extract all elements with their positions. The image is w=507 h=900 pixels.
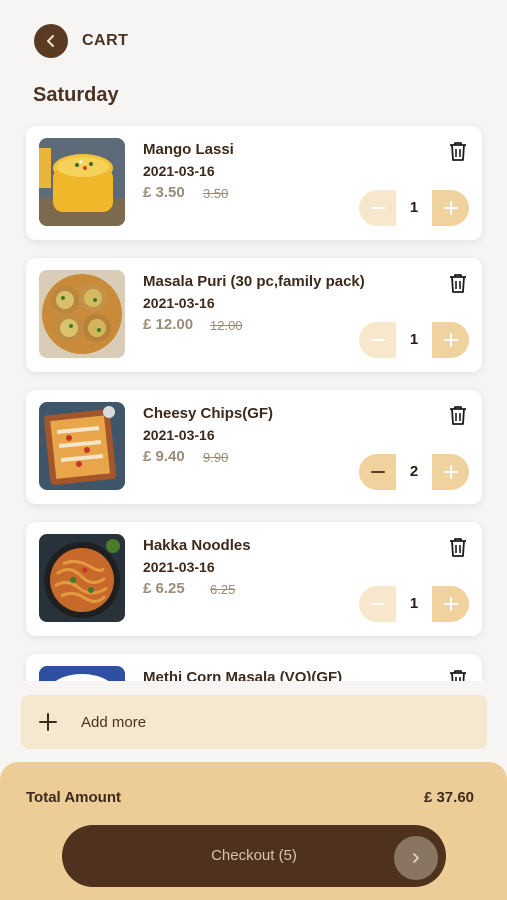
- checkout-label: Checkout (5): [211, 847, 297, 864]
- total-label: Total Amount: [26, 789, 121, 806]
- quantity-stepper: 1: [359, 322, 469, 358]
- increase-button[interactable]: [432, 322, 469, 358]
- item-name: Hakka Noodles: [143, 537, 251, 554]
- cart-item: Mango Lassi 2021-03-16 £ 3.50 3.50 1: [26, 126, 482, 240]
- item-date: 2021-03-16: [143, 295, 215, 311]
- delete-button[interactable]: [446, 535, 470, 559]
- item-original-price: 6.25: [210, 582, 236, 597]
- item-date: 2021-03-16: [143, 427, 215, 443]
- item-image: [39, 666, 125, 681]
- item-price: £ 12.00: [143, 316, 194, 333]
- checkout-footer: Total Amount £ 37.60 Checkout (5): [0, 762, 507, 900]
- chevron-right-icon: [413, 853, 419, 863]
- item-original-price: 9.90: [203, 450, 229, 465]
- item-price: £ 9.40: [143, 448, 185, 465]
- add-more-label: Add more: [81, 713, 147, 731]
- plus-icon: [443, 465, 458, 479]
- item-name: Methi Corn Masala (VO)(GF): [143, 669, 343, 681]
- page-title: CART: [82, 32, 129, 49]
- item-image: [39, 270, 125, 358]
- total-value: £ 37.60: [423, 789, 474, 806]
- cart-item: Cheesy Chips(GF) 2021-03-16 £ 9.40 9.90 …: [26, 390, 482, 504]
- delete-button[interactable]: [446, 271, 470, 295]
- trash-icon: [450, 274, 466, 293]
- item-image: [39, 402, 125, 490]
- quantity-value: 1: [409, 595, 419, 612]
- checkout-button[interactable]: Checkout (5): [62, 825, 446, 887]
- item-date: 2021-03-16: [143, 559, 215, 575]
- trash-icon: [450, 406, 466, 425]
- day-heading: Saturday: [33, 84, 119, 106]
- item-date: 2021-03-16: [143, 163, 215, 179]
- quantity-value: 2: [409, 463, 419, 480]
- item-name: Mango Lassi: [143, 141, 234, 158]
- item-price: £ 3.50: [143, 184, 185, 201]
- minus-icon: [370, 207, 385, 209]
- add-more-button[interactable]: Add more: [21, 695, 487, 749]
- decrease-button[interactable]: [359, 454, 396, 490]
- decrease-button[interactable]: [359, 190, 396, 226]
- item-image: [39, 534, 125, 622]
- minus-icon: [370, 603, 385, 605]
- item-name: Masala Puri (30 pc,family pack): [143, 273, 365, 290]
- cart-item: Hakka Noodles 2021-03-16 £ 6.25 6.25 1: [26, 522, 482, 636]
- cart-item: Masala Puri (30 pc,family pack) 2021-03-…: [26, 258, 482, 372]
- chevron-left-icon: [47, 35, 54, 47]
- plus-icon: [443, 597, 458, 611]
- delete-button[interactable]: [446, 403, 470, 427]
- increase-button[interactable]: [432, 190, 469, 226]
- item-original-price: 3.50: [203, 186, 229, 201]
- trash-icon: [450, 670, 466, 681]
- decrease-button[interactable]: [359, 586, 396, 622]
- item-image: [39, 138, 125, 226]
- cart-item: Methi Corn Masala (VO)(GF): [26, 654, 482, 681]
- quantity-stepper: 2: [359, 454, 469, 490]
- decrease-button[interactable]: [359, 322, 396, 358]
- increase-button[interactable]: [432, 586, 469, 622]
- item-name: Cheesy Chips(GF): [143, 405, 274, 422]
- plus-icon: [39, 713, 57, 731]
- item-price: £ 6.25: [143, 580, 185, 597]
- item-original-price: 12.00: [210, 318, 243, 333]
- trash-icon: [450, 142, 466, 161]
- back-button[interactable]: [34, 24, 68, 58]
- header: CART: [34, 24, 128, 58]
- minus-icon: [370, 471, 385, 473]
- quantity-value: 1: [409, 331, 419, 348]
- minus-icon: [370, 339, 385, 341]
- cart-list[interactable]: Mango Lassi 2021-03-16 £ 3.50 3.50 1 Mas…: [0, 118, 507, 681]
- quantity-stepper: 1: [359, 586, 469, 622]
- delete-button[interactable]: [446, 667, 470, 681]
- delete-button[interactable]: [446, 139, 470, 163]
- checkout-arrow: [394, 836, 438, 880]
- plus-icon: [443, 333, 458, 347]
- trash-icon: [450, 538, 466, 557]
- increase-button[interactable]: [432, 454, 469, 490]
- quantity-stepper: 1: [359, 190, 469, 226]
- plus-icon: [443, 201, 458, 215]
- quantity-value: 1: [409, 199, 419, 216]
